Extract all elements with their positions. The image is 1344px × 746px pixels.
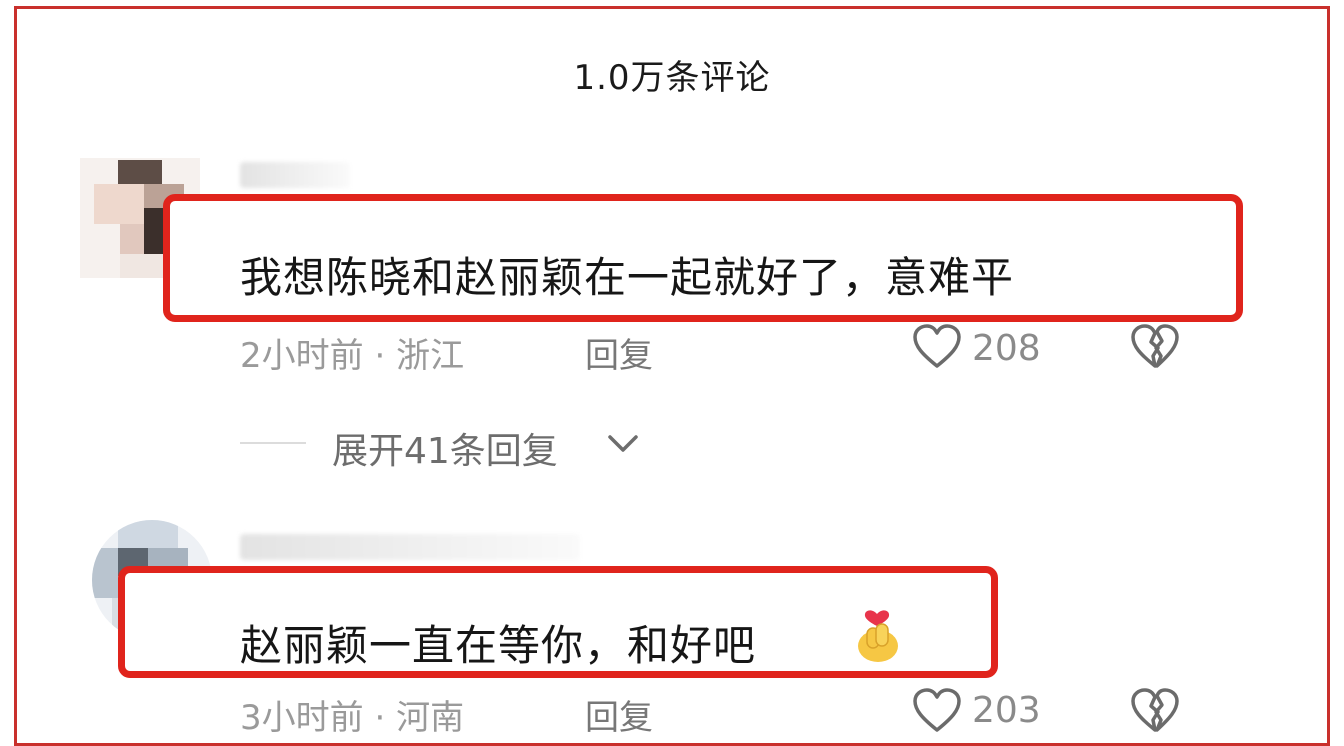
meta-separator: · <box>374 698 397 738</box>
comment-text: 赵丽颖一直在等你，和好吧 <box>240 621 757 670</box>
expand-replies-label: 展开41条回复 <box>332 431 558 472</box>
finger-heart-emoji <box>852 600 902 670</box>
meta-separator: · <box>374 336 397 376</box>
expand-divider <box>240 442 306 444</box>
comment-location: 河南 <box>396 698 465 738</box>
comment-count-title: 1.0万条评论 <box>573 58 771 98</box>
chevron-down-icon[interactable] <box>606 432 640 456</box>
heart-outline-icon[interactable] <box>912 688 962 734</box>
reply-button[interactable]: 回复 <box>585 690 653 739</box>
broken-heart-icon[interactable] <box>1130 324 1180 370</box>
broken-heart-icon[interactable] <box>1130 688 1180 734</box>
comment-text: 我想陈晓和赵丽颖在一起就好了，意难平 <box>240 253 1015 302</box>
heart-outline-icon[interactable] <box>912 324 962 370</box>
comment-time: 3小时前 <box>240 698 364 738</box>
like-count: 208 <box>972 328 1041 369</box>
username-blurred[interactable] <box>240 534 580 560</box>
comment-meta: 2小时前 · 浙江 <box>240 328 464 377</box>
reply-button[interactable]: 回复 <box>585 328 653 377</box>
username-blurred[interactable] <box>240 162 350 188</box>
like-count: 203 <box>972 690 1041 731</box>
expand-replies-button[interactable]: 展开41条回复 <box>332 422 558 474</box>
comment-location: 浙江 <box>396 336 465 376</box>
comment-meta: 3小时前 · 河南 <box>240 690 464 739</box>
comment-time: 2小时前 <box>240 336 364 376</box>
